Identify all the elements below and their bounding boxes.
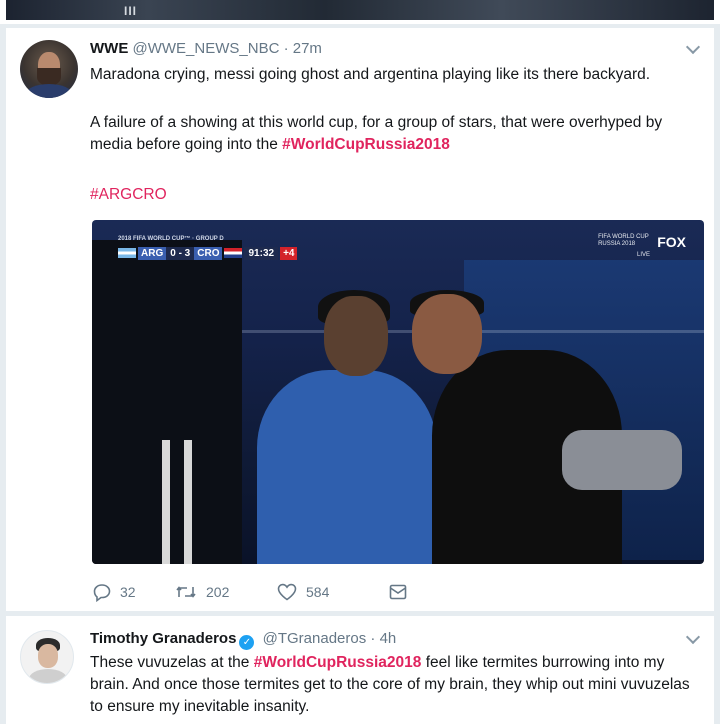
tweet-text-paragraph: Maradona crying, messi going ghost and a… xyxy=(90,66,651,83)
seated-man-legs xyxy=(562,430,682,490)
team-away: CRO xyxy=(194,246,223,260)
team-home: ARG xyxy=(138,246,167,260)
tweet-header: Timothy Granaderos ✓ @TGranaderos · 4h xyxy=(90,630,396,650)
standing-person xyxy=(92,240,242,564)
direct-message-icon xyxy=(389,584,407,600)
like-button[interactable]: 584 xyxy=(276,582,329,602)
retweet-button[interactable]: 202 xyxy=(174,582,229,602)
score: 0 - 3 xyxy=(166,246,195,260)
tweet-text: These vuvuzelas at the xyxy=(90,654,254,671)
timestamp[interactable]: 27m xyxy=(293,40,322,57)
reply-button[interactable]: 32 xyxy=(92,582,136,602)
avatar-face xyxy=(38,644,58,668)
tweet-actions: 32 202 584 xyxy=(92,582,432,602)
world-cup-line: RUSSIA 2018 xyxy=(598,241,636,247)
separator-dot: · xyxy=(370,630,376,647)
timestamp[interactable]: 4h xyxy=(380,630,397,647)
user-handle[interactable]: @WWE_NEWS_NBC xyxy=(133,40,280,57)
hashtag-link[interactable]: #ARGCRO xyxy=(90,186,167,203)
direct-message-button[interactable] xyxy=(388,582,416,602)
hashtag-link[interactable]: #WorldCupRussia2018 xyxy=(282,136,450,153)
scoreboard-tag: 2018 FIFA WORLD CUP™ · GROUP D xyxy=(118,236,224,242)
like-icon xyxy=(277,583,297,601)
avatar[interactable] xyxy=(20,40,78,98)
chevron-down-icon[interactable] xyxy=(686,42,700,56)
avatar-shirt xyxy=(26,84,72,98)
hashtag-link[interactable]: #WorldCupRussia2018 xyxy=(254,654,422,671)
chevron-down-icon[interactable] xyxy=(686,632,700,646)
user-handle[interactable]: @TGranaderos xyxy=(263,630,367,647)
separator-dot: · xyxy=(283,40,289,57)
match-clock: 91:32 xyxy=(244,246,279,260)
retweet-count: 202 xyxy=(206,584,230,600)
tweet-card[interactable]: WWE @WWE_NEWS_NBC · 27m Maradona crying,… xyxy=(6,28,714,612)
avatar-shirt xyxy=(29,669,67,683)
track-pant-stripe xyxy=(184,440,192,564)
avatar[interactable] xyxy=(20,630,74,684)
track-pant-stripe xyxy=(162,440,170,564)
tweet-card[interactable]: Timothy Granaderos ✓ @TGranaderos · 4h Th… xyxy=(6,616,714,724)
tweet-text-paragraph: #ARGCRO xyxy=(90,184,700,206)
tweet-text-paragraph: A failure of a showing at this world cup… xyxy=(90,112,700,156)
broadcaster-overlay: FIFA WORLD CUP RUSSIA 2018 FOX LIVE xyxy=(598,234,686,258)
display-name[interactable]: WWE xyxy=(90,40,128,57)
top-cropped-banner: III xyxy=(0,0,720,24)
world-cup-line: FIFA WORLD CUP xyxy=(598,234,649,240)
world-cup-logo: FIFA WORLD CUP RUSSIA 2018 xyxy=(598,234,649,248)
seated-man-head xyxy=(324,296,388,376)
tweet-media-image[interactable]: 2018 FIFA WORLD CUP™ · GROUP D ARG 0 - 3… xyxy=(92,220,704,564)
like-count: 584 xyxy=(306,584,330,600)
added-time: +4 xyxy=(280,246,298,260)
reply-count: 32 xyxy=(120,584,136,600)
argentina-flag-icon xyxy=(118,248,136,258)
scoreboard-overlay: 2018 FIFA WORLD CUP™ · GROUP D ARG 0 - 3… xyxy=(118,236,298,260)
live-label: LIVE xyxy=(636,252,650,258)
verified-badge-icon: ✓ xyxy=(239,635,255,650)
display-name[interactable]: Timothy Granaderos xyxy=(90,630,236,647)
seated-man-head xyxy=(412,294,482,374)
seated-man-blue-shirt xyxy=(257,370,437,564)
strip-mark: III xyxy=(124,4,138,18)
reply-icon xyxy=(93,584,111,602)
cropped-image-strip: III xyxy=(6,0,714,20)
tweet-text-paragraph: These vuvuzelas at the #WorldCupRussia20… xyxy=(90,652,700,718)
croatia-flag-icon xyxy=(224,248,243,258)
retweet-icon xyxy=(176,586,196,598)
fox-logo: FOX xyxy=(657,234,686,250)
tweet-header: WWE @WWE_NEWS_NBC · 27m xyxy=(90,40,322,57)
